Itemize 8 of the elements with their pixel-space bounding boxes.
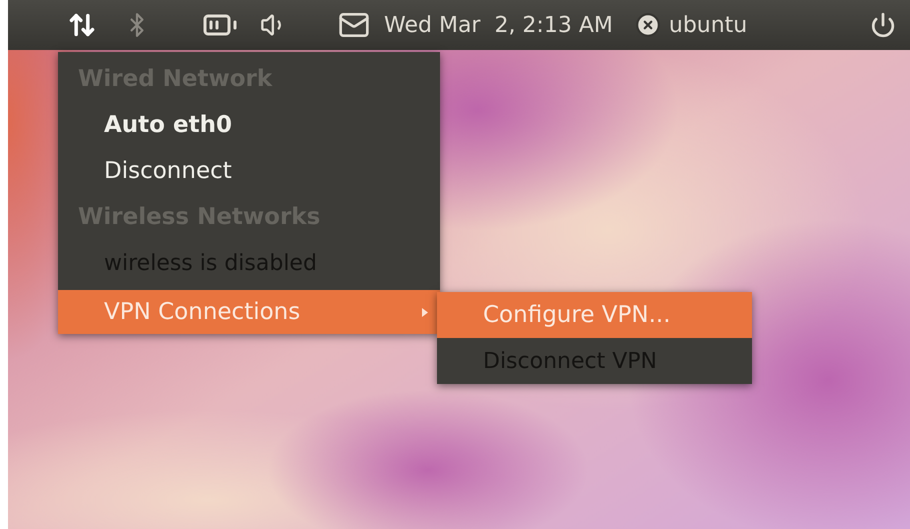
- menu-item[interactable]: Disconnect: [58, 148, 440, 194]
- menu-item[interactable]: Auto eth0: [58, 102, 440, 148]
- clock[interactable]: Wed Mar 2, 2:13 AM: [384, 8, 613, 42]
- status-icon[interactable]: [634, 12, 661, 38]
- user-name[interactable]: ubuntu: [668, 8, 748, 42]
- power-icon[interactable]: [870, 12, 896, 38]
- network-icon[interactable]: [68, 11, 96, 39]
- submenu-arrow-icon: [422, 308, 428, 316]
